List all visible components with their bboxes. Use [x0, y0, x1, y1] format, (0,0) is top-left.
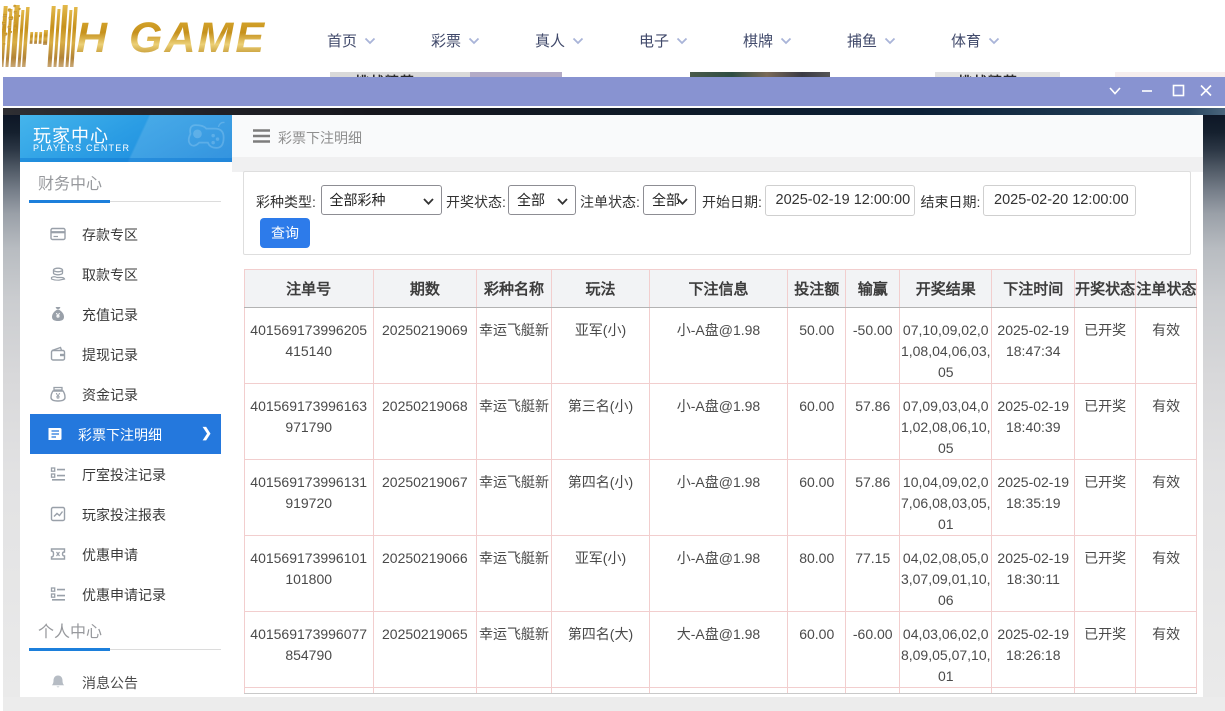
svg-text:¥: ¥	[56, 392, 61, 401]
